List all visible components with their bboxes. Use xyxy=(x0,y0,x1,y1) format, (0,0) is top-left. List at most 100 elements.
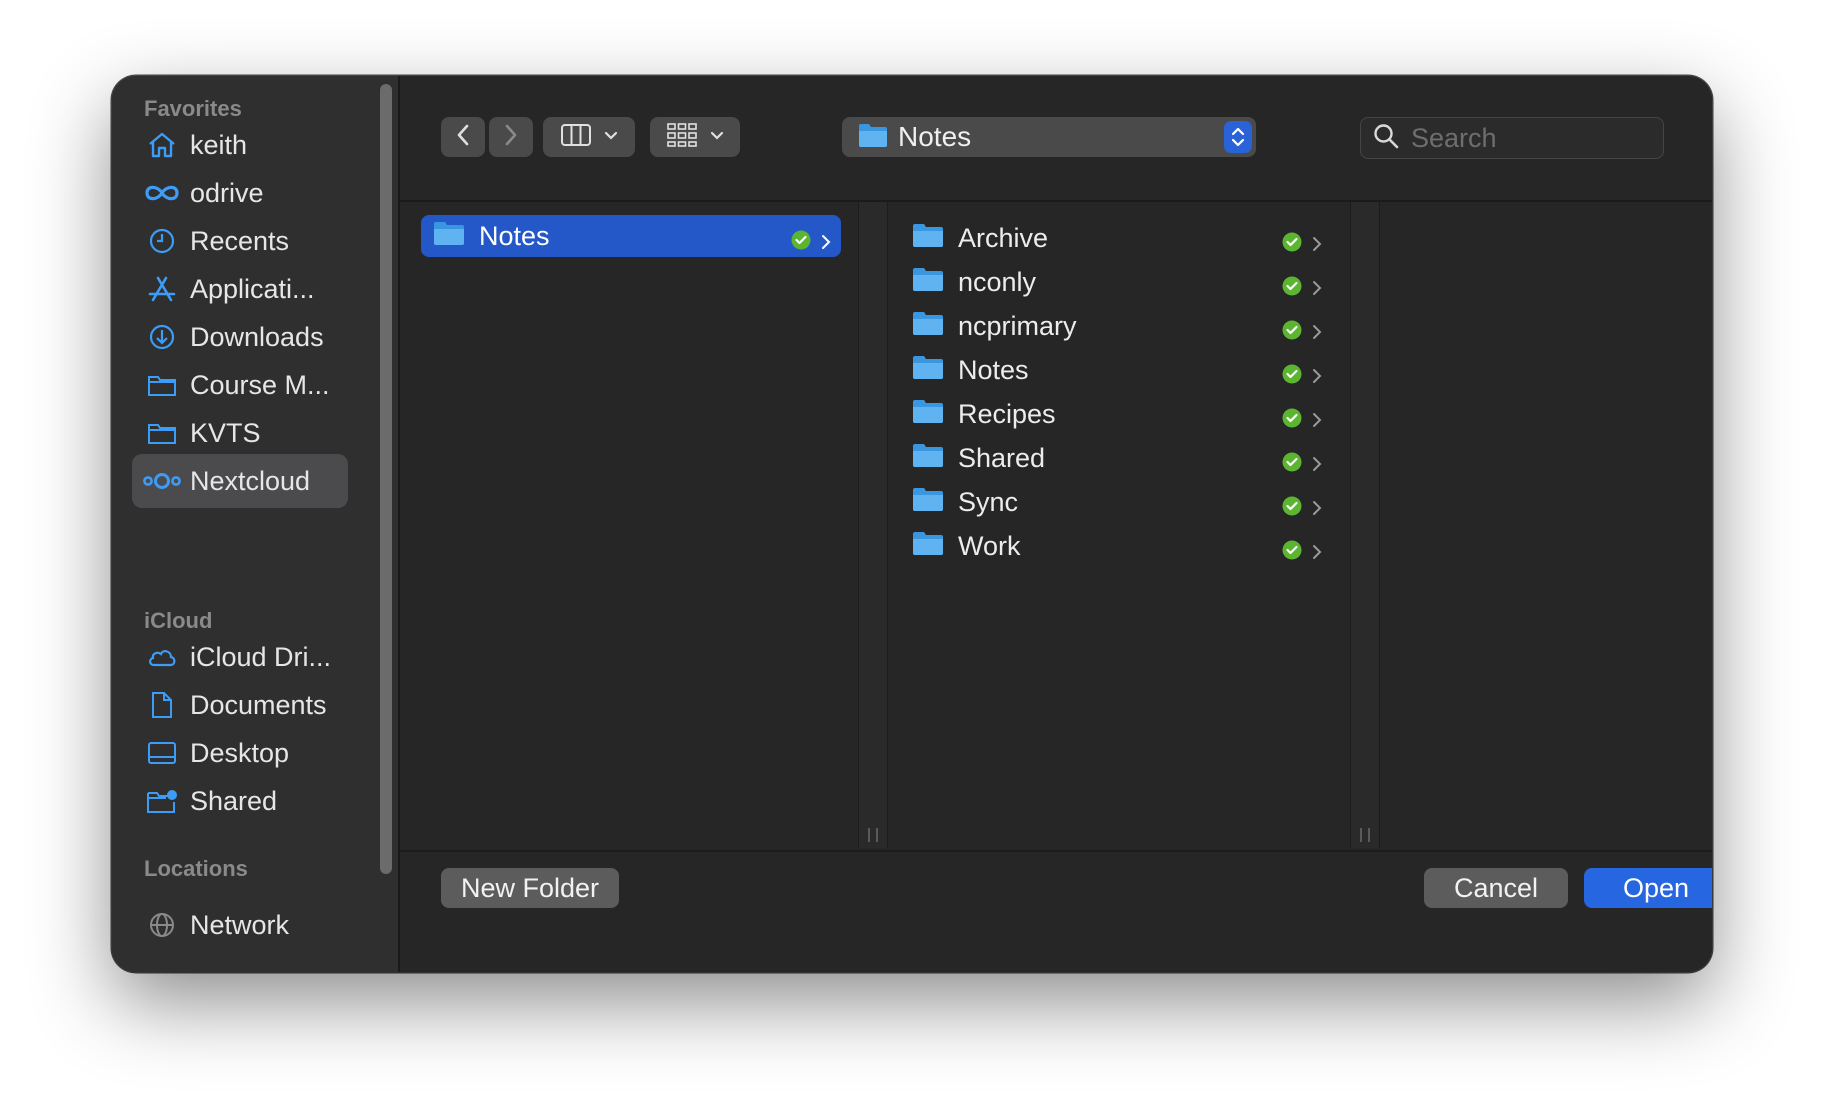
search-placeholder: Search xyxy=(1411,122,1497,153)
grip-icon xyxy=(1360,828,1370,842)
folder-icon xyxy=(142,373,182,397)
sidebar-item-label: Nextcloud xyxy=(190,465,311,496)
column-row-label: nconly xyxy=(958,266,1037,297)
new-folder-button[interactable]: New Folder xyxy=(441,868,619,908)
sidebar-item-course-m[interactable]: Course M... xyxy=(132,358,348,412)
chevron-right-icon xyxy=(1312,361,1322,392)
column-row-ncprimary[interactable]: ncprimary xyxy=(912,305,1332,347)
synced-check-icon xyxy=(1282,448,1302,479)
sidebar-section-locations: Locations xyxy=(144,856,248,881)
sidebar-item-kvts[interactable]: KVTS xyxy=(132,406,348,460)
column-row-label: Notes xyxy=(958,354,1029,385)
column-3 xyxy=(1380,202,1712,848)
folder-icon xyxy=(912,486,958,519)
column-1: Notes xyxy=(400,202,858,848)
sidebar-item-label: odrive xyxy=(190,177,264,208)
folder-icon xyxy=(912,310,958,343)
back-button[interactable] xyxy=(441,117,485,157)
folder-icon xyxy=(858,122,888,153)
column-row-label: Sync xyxy=(958,486,1019,517)
search-field[interactable]: Search xyxy=(1360,117,1664,159)
sidebar-item-desktop[interactable]: Desktop xyxy=(132,726,348,780)
sidebar-item-label: KVTS xyxy=(190,417,261,448)
column-row-label: Notes xyxy=(479,220,550,251)
shared-folder-icon xyxy=(142,788,182,814)
column-resize-handle[interactable] xyxy=(858,202,888,848)
toolbar: Notes Search xyxy=(400,76,1712,202)
column-row-label: Shared xyxy=(958,442,1046,473)
synced-check-icon xyxy=(1282,360,1302,391)
search-icon xyxy=(1373,123,1399,154)
column-row-archive[interactable]: Archive xyxy=(912,217,1332,259)
open-button[interactable]: Open xyxy=(1584,868,1712,908)
column-row-shared[interactable]: Shared xyxy=(912,437,1332,479)
sidebar-item-label: Applicati... xyxy=(190,273,315,304)
chevron-right-icon xyxy=(503,123,519,152)
sidebar-item-label: iCloud Dri... xyxy=(190,641,332,672)
group-by-button[interactable] xyxy=(650,117,740,157)
chevron-right-icon xyxy=(1312,493,1322,524)
chevron-left-icon xyxy=(455,123,471,152)
folder-icon xyxy=(433,220,479,253)
sidebar-item-shared[interactable]: Shared xyxy=(132,774,348,828)
path-popup[interactable]: Notes xyxy=(842,117,1256,157)
sidebar-item-label: keith xyxy=(190,129,248,160)
folder-icon xyxy=(912,266,958,299)
sidebar-item-label: Recents xyxy=(190,225,290,256)
chevron-down-icon xyxy=(710,128,724,146)
folder-icon xyxy=(912,354,958,387)
column-row-label: Archive xyxy=(958,222,1049,253)
download-icon xyxy=(142,323,182,351)
open-file-dialog: Favorites keith odrive Recents Applicati… xyxy=(112,76,1712,972)
chevron-right-icon xyxy=(1312,405,1322,436)
sidebar-item-recents[interactable]: Recents xyxy=(132,214,348,268)
column-row-work[interactable]: Work xyxy=(912,525,1332,567)
sidebar-item-keith[interactable]: keith xyxy=(132,118,348,172)
synced-check-icon xyxy=(791,226,811,257)
chevron-right-icon xyxy=(1312,229,1322,260)
sidebar-item-odrive[interactable]: odrive xyxy=(132,166,348,220)
forward-button[interactable] xyxy=(489,117,533,157)
grid-icon xyxy=(666,122,698,153)
column-row-label: ncprimary xyxy=(958,310,1077,341)
sidebar-item-label: Network xyxy=(190,909,290,940)
sidebar-item-label: Downloads xyxy=(190,321,324,352)
view-mode-button[interactable] xyxy=(543,117,635,157)
column-2: Archive nconly ncprimary Notes Recipes S… xyxy=(888,202,1348,848)
chevron-right-icon xyxy=(1312,449,1322,480)
document-icon xyxy=(142,691,182,719)
column-resize-handle[interactable] xyxy=(1350,202,1380,848)
column-row-recipes[interactable]: Recipes xyxy=(912,393,1332,435)
cancel-button[interactable]: Cancel xyxy=(1424,868,1568,908)
synced-check-icon xyxy=(1282,228,1302,259)
column-row-nconly[interactable]: nconly xyxy=(912,261,1332,303)
column-row-notes[interactable]: Notes xyxy=(421,215,841,257)
clock-icon xyxy=(142,227,182,255)
folder-icon xyxy=(142,421,182,445)
folder-icon xyxy=(912,530,958,563)
sidebar-item-label: Shared xyxy=(190,785,278,816)
sidebar-item-icloud-drive[interactable]: iCloud Dri... xyxy=(132,630,348,684)
synced-check-icon xyxy=(1282,316,1302,347)
chevron-right-icon xyxy=(1312,273,1322,304)
chevron-down-icon xyxy=(604,128,618,146)
nextcloud-icon xyxy=(142,470,182,492)
column-row-notes[interactable]: Notes xyxy=(912,349,1332,391)
sidebar-item-network[interactable]: Network xyxy=(132,898,348,952)
sidebar-item-nextcloud[interactable]: Nextcloud xyxy=(132,454,348,508)
network-icon xyxy=(142,911,182,939)
chevron-right-icon xyxy=(1312,537,1322,568)
applications-icon xyxy=(142,275,182,303)
folder-icon xyxy=(912,398,958,431)
sidebar-item-downloads[interactable]: Downloads xyxy=(132,310,348,364)
desktop-icon xyxy=(142,741,182,765)
column-row-sync[interactable]: Sync xyxy=(912,481,1332,523)
sidebar-scrollbar[interactable] xyxy=(380,84,392,874)
dialog-footer: New Folder Cancel Open xyxy=(400,850,1712,972)
column-row-label: Recipes xyxy=(958,398,1056,429)
sidebar-item-documents[interactable]: Documents xyxy=(132,678,348,732)
cloud-icon xyxy=(142,645,182,669)
synced-check-icon xyxy=(1282,536,1302,567)
column-row-label: Work xyxy=(958,530,1021,561)
sidebar-item-applications[interactable]: Applicati... xyxy=(132,262,348,316)
